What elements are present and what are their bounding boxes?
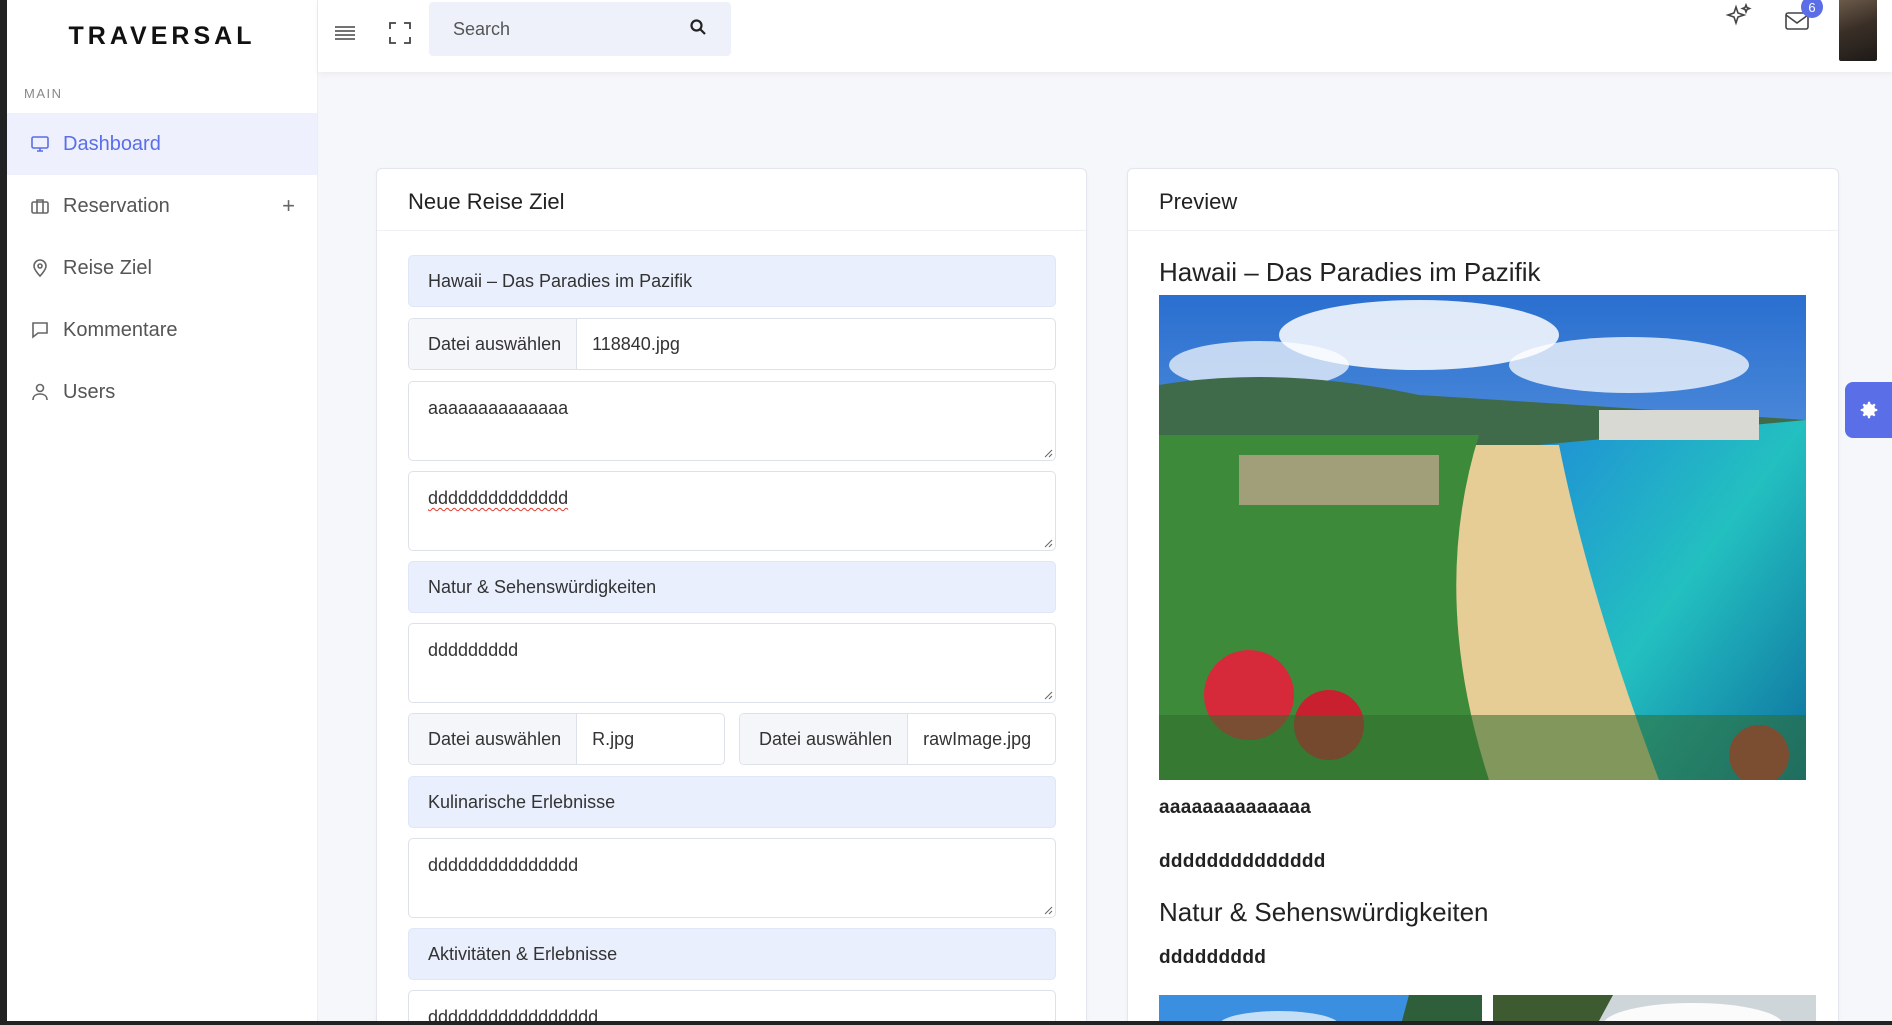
- monitor-icon: [29, 133, 51, 155]
- resize-handle-icon[interactable]: [1043, 690, 1053, 700]
- sidebar-item-label: Dashboard: [63, 132, 161, 155]
- file-name: rawImage.jpg: [923, 728, 1032, 749]
- menu-icon[interactable]: [332, 20, 358, 46]
- textarea-value: aaaaaaaaaaaaaa: [428, 398, 569, 418]
- user-icon: [29, 381, 51, 403]
- preview-panel: Preview Hawaii – Das Paradies im Pazifik…: [1127, 168, 1839, 1025]
- settings-gear-button[interactable]: [1845, 382, 1892, 438]
- search-icon[interactable]: [689, 18, 707, 41]
- sidebar: TRAVERSAL MAIN Dashboard Reservation + R…: [7, 0, 318, 1025]
- briefcase-icon: [29, 195, 51, 217]
- section1-image-b-file-input[interactable]: Datei auswählen rawImage.jpg: [739, 713, 1056, 765]
- section3-title-input[interactable]: Aktivitäten & Erlebnisse: [408, 928, 1056, 980]
- search-input[interactable]: [453, 18, 683, 40]
- sidebar-item-label: Kommentare: [63, 318, 178, 341]
- section1-textarea[interactable]: ddddddddd: [408, 623, 1056, 703]
- section2-title-input[interactable]: Kulinarische Erlebnisse: [408, 776, 1056, 828]
- map-pin-icon: [29, 257, 51, 279]
- search-bar: [429, 2, 731, 56]
- intro-textarea[interactable]: aaaaaaaaaaaaaa: [408, 381, 1056, 461]
- sidebar-item-reise-ziel[interactable]: Reise Ziel: [7, 237, 317, 299]
- sidebar-item-label: Users: [63, 380, 116, 403]
- file-choose-button[interactable]: Datei auswählen: [409, 319, 578, 369]
- new-destination-form: Neue Reise Ziel Hawaii – Das Paradies im…: [376, 168, 1087, 1025]
- sidebar-item-reservation[interactable]: Reservation +: [7, 175, 317, 237]
- preview-description: dddddddddddddd: [1159, 851, 1326, 872]
- resize-handle-icon[interactable]: [1043, 538, 1053, 548]
- sidebar-section-label: MAIN: [24, 86, 63, 101]
- sidebar-item-kommentare[interactable]: Kommentare: [7, 299, 317, 361]
- top-header: 6: [318, 0, 1892, 72]
- preview-section1-image-a: [1159, 995, 1482, 1025]
- preview-title: Preview: [1128, 169, 1838, 231]
- textarea-value: ddddddddddddddddd: [428, 1007, 599, 1025]
- section2-textarea[interactable]: ddddddddddddddd: [408, 838, 1056, 918]
- textarea-value: dddddddddddddd: [428, 488, 569, 508]
- preview-section1-heading: Natur & Sehenswürdigkeiten: [1159, 897, 1489, 927]
- preview-main-image: [1159, 295, 1806, 780]
- preview-section1-image-b: [1493, 995, 1816, 1025]
- resize-handle-icon[interactable]: [1043, 905, 1053, 915]
- sidebar-item-label: Reservation: [63, 194, 170, 217]
- preview-section1-text: ddddddddd: [1159, 947, 1267, 968]
- sparkle-icon[interactable]: [1723, 2, 1753, 32]
- description-textarea[interactable]: dddddddddddddd: [408, 471, 1056, 551]
- mail-badge: 6: [1801, 0, 1823, 18]
- destination-title-input[interactable]: Hawaii – Das Paradies im Pazifik: [408, 255, 1056, 307]
- form-title: Neue Reise Ziel: [377, 169, 1086, 231]
- resize-handle-icon[interactable]: [1043, 448, 1053, 458]
- avatar[interactable]: [1839, 0, 1877, 61]
- gear-icon: [1860, 401, 1877, 419]
- textarea-value: ddddddddd: [428, 640, 519, 660]
- section3-textarea[interactable]: ddddddddddddddddd: [408, 990, 1056, 1025]
- file-choose-button[interactable]: Datei auswählen: [740, 714, 909, 764]
- file-choose-button[interactable]: Datei auswählen: [409, 714, 578, 764]
- sidebar-item-label: Reise Ziel: [63, 256, 152, 279]
- fullscreen-icon[interactable]: [387, 20, 413, 46]
- file-name: R.jpg: [592, 728, 635, 749]
- main-image-file-input[interactable]: Datei auswählen 118840.jpg: [408, 318, 1056, 370]
- textarea-value: ddddddddddddddd: [428, 855, 579, 875]
- plus-icon[interactable]: +: [282, 193, 295, 219]
- file-name: 118840.jpg: [592, 333, 680, 354]
- preview-intro: aaaaaaaaaaaaaa: [1159, 797, 1312, 818]
- app-logo[interactable]: TRAVERSAL: [7, 0, 317, 72]
- comment-icon: [29, 319, 51, 341]
- section1-title-input[interactable]: Natur & Sehenswürdigkeiten: [408, 561, 1056, 613]
- preview-heading: Hawaii – Das Paradies im Pazifik: [1159, 257, 1541, 287]
- sidebar-item-users[interactable]: Users: [7, 361, 317, 423]
- sidebar-item-dashboard[interactable]: Dashboard: [7, 113, 317, 175]
- section1-image-a-file-input[interactable]: Datei auswählen R.jpg: [408, 713, 725, 765]
